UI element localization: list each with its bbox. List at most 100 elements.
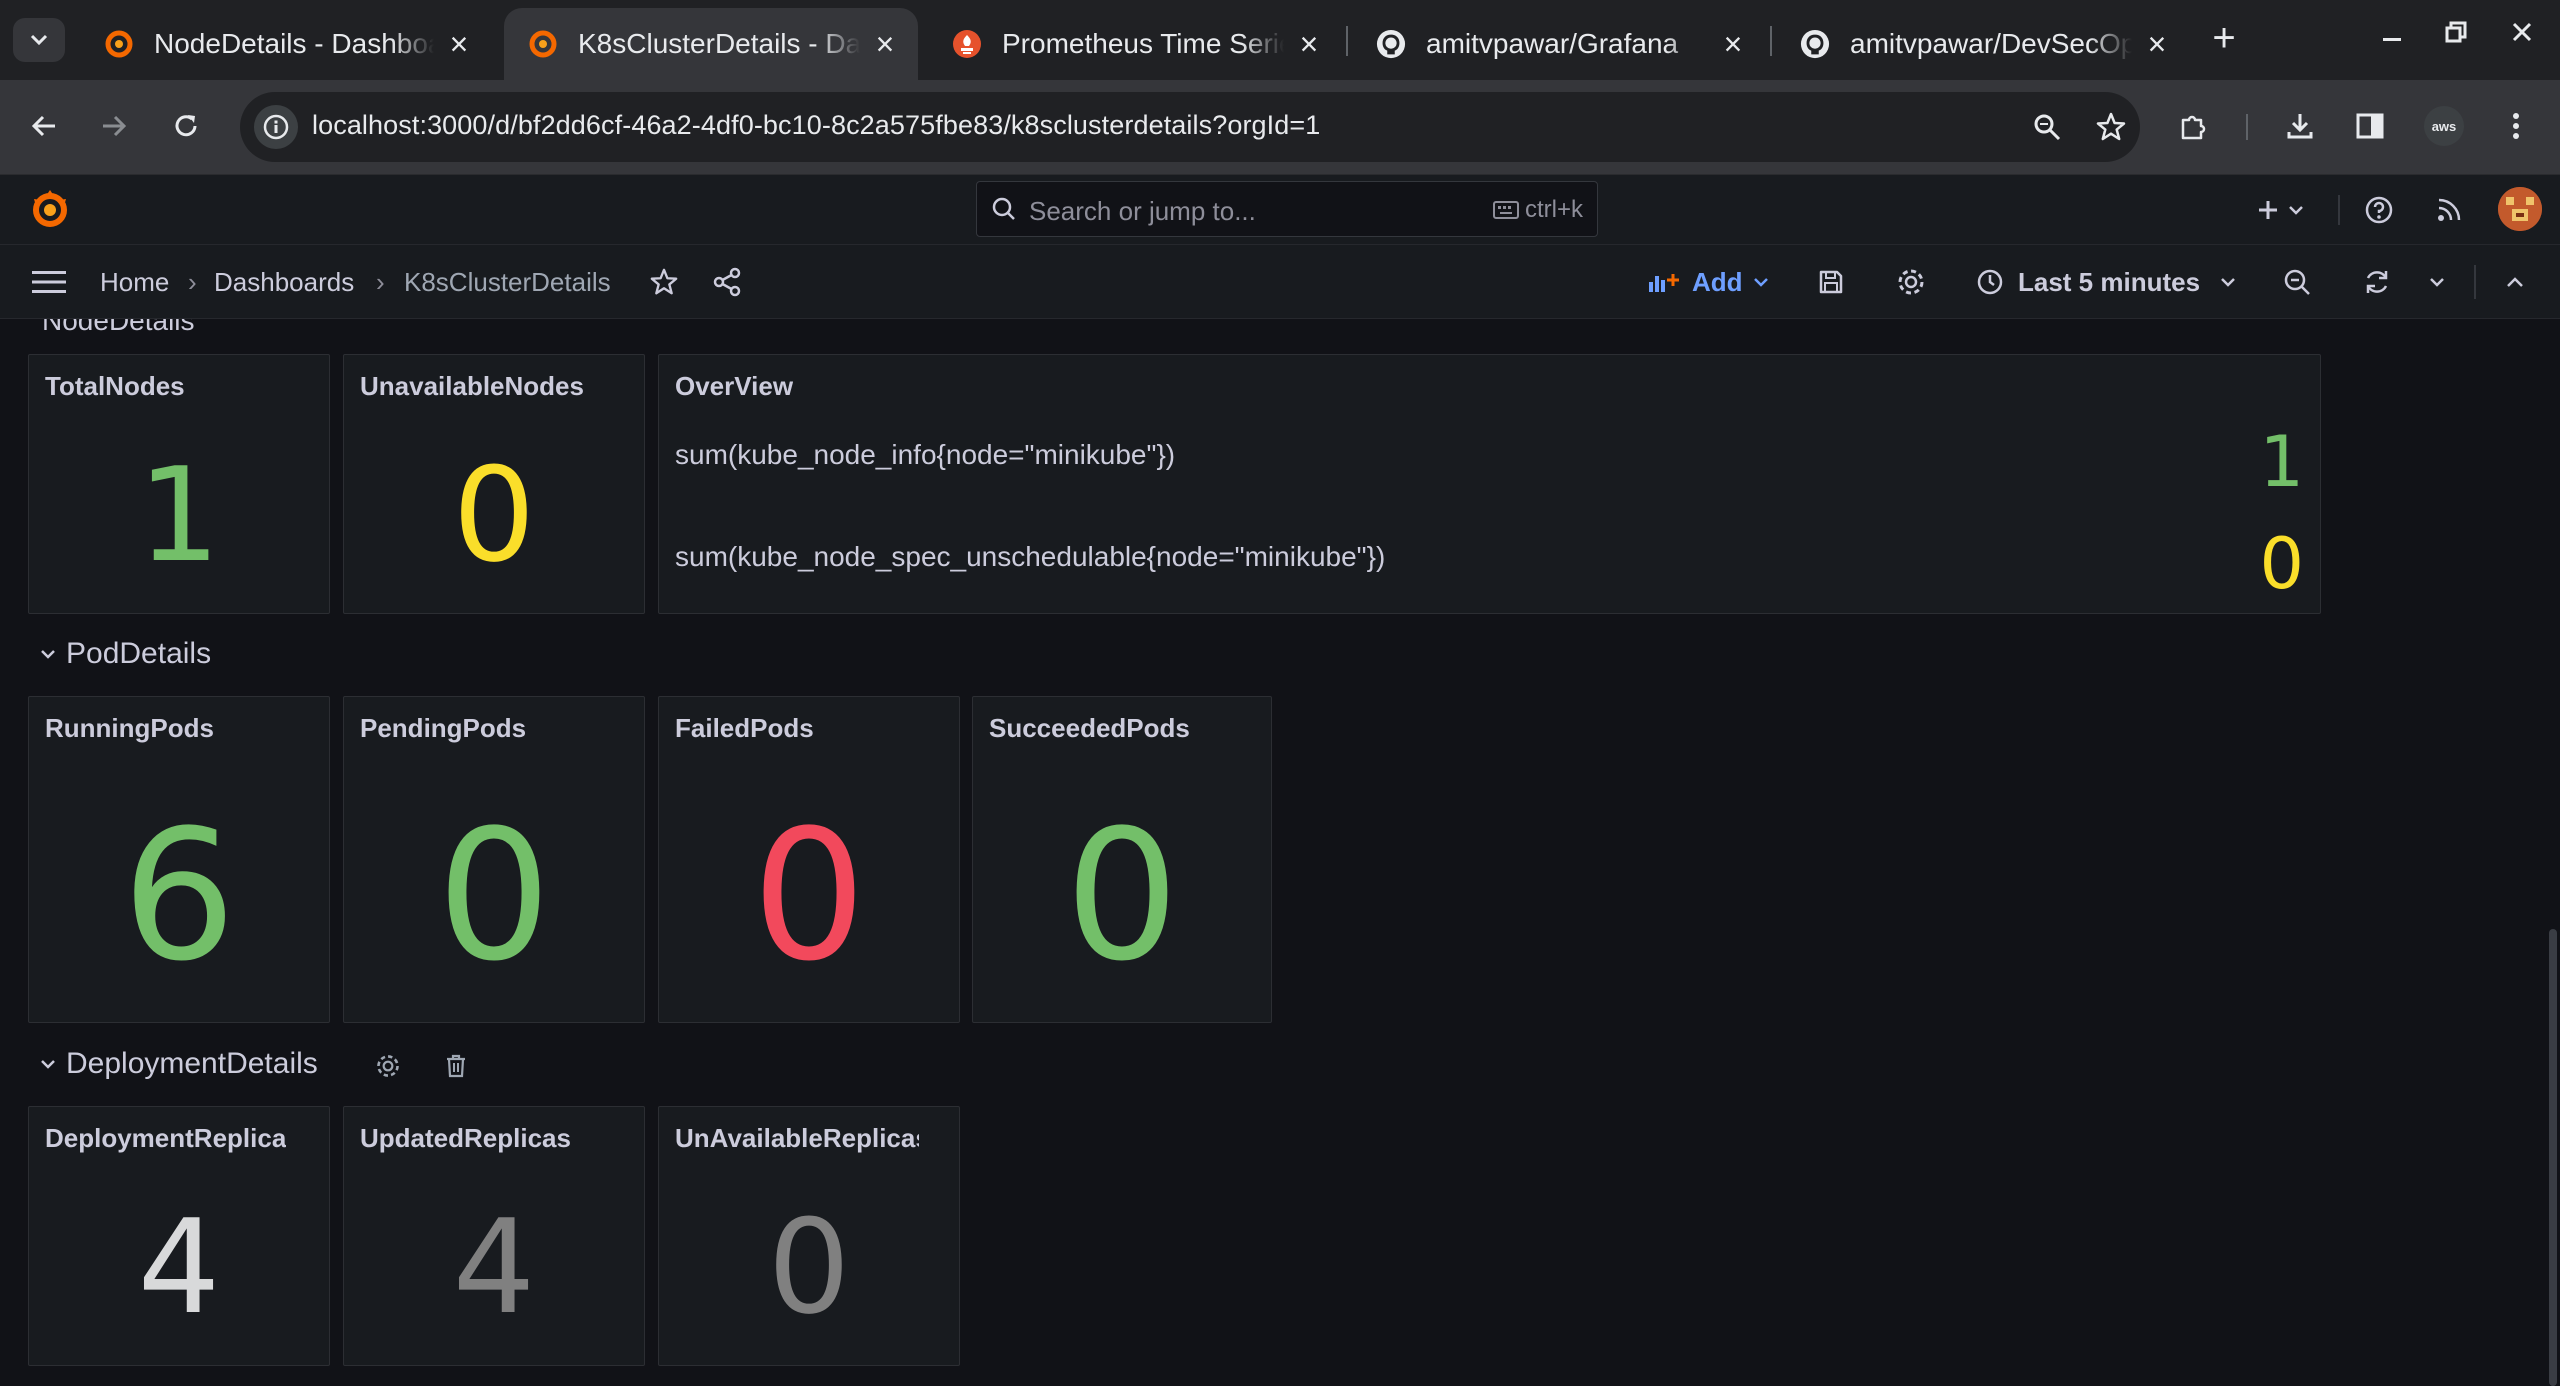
chevron-down-icon [40,1053,56,1076]
browser-tab-prometheus[interactable]: Prometheus Time Series Collection and Pr… [928,8,1342,80]
refresh-icon[interactable] [2356,261,2398,303]
panel-title: RunningPods [45,713,214,743]
add-panel-icon [1649,274,1679,292]
row-header-deploymentdetails[interactable]: DeploymentDetails [40,1047,318,1081]
side-panel-icon[interactable] [2348,104,2392,148]
window-close-icon[interactable] [2502,18,2542,52]
panel-title: SucceededPods [989,713,1190,743]
search-icon [992,197,1015,220]
breadcrumb-home[interactable]: Home [100,267,169,298]
row-settings-gear-icon[interactable] [371,1049,405,1083]
download-icon[interactable] [2278,104,2322,148]
dashboard-settings-gear-icon[interactable] [1890,261,1932,303]
tab-title: K8sClusterDetails - Dashboards - Grafana [578,28,860,59]
close-icon[interactable]: × [870,26,900,63]
dashboard-body: NodeDetails TotalNodes 1 UnavailableNode… [0,319,2560,1386]
breadcrumb-current: K8sClusterDetails [404,267,611,297]
reload-icon[interactable] [164,104,208,148]
github-icon [1800,29,1830,59]
new-tab-plus-icon[interactable]: + [2204,18,2244,60]
browser-tab-k8sclusterdetails[interactable]: K8sClusterDetails - Dashboards - Grafana… [504,8,918,80]
row-title-nodedetails[interactable]: NodeDetails [42,319,195,337]
chevron-down-icon [30,34,48,46]
row-header-poddetails[interactable]: PodDetails [40,637,211,671]
panel-title: PendingPods [360,713,527,743]
url-text: localhost:3000/d/bf2dd6cf-46a2-4df0-bc10… [312,110,1321,140]
chevron-down-icon [1753,278,1768,287]
browser-tab-nodedetails[interactable]: NodeDetails - Dashboards - Grafana × [80,8,492,80]
stat-panel-failedpods[interactable]: FailedPods 0 [658,696,960,1023]
share-icon[interactable] [706,261,748,303]
panel-title: OverView [675,371,794,401]
news-rss-icon[interactable] [2428,189,2470,231]
breadcrumb-dashboards[interactable]: Dashboards [214,267,354,298]
stat-panel-succeededpods[interactable]: SucceededPods 0 [972,696,1272,1023]
stat-panel-unavailablereplicas[interactable]: UnAvailableReplicas 0 [658,1106,960,1366]
panel-title: FailedPods [675,713,814,743]
close-icon[interactable]: × [444,26,474,63]
clock-icon [1977,269,2003,295]
zoom-out-icon[interactable] [2276,261,2318,303]
menu-hamburger-icon[interactable] [28,261,70,303]
chevron-down-icon [2221,278,2235,287]
prometheus-icon [952,29,982,59]
save-dashboard-icon[interactable] [1810,261,1852,303]
user-avatar[interactable] [2498,187,2542,231]
extensions-puzzle-icon[interactable] [2172,104,2216,148]
panel-title: TotalNodes [45,371,185,401]
time-range-picker[interactable]: Last 5 minutes [1976,261,2236,303]
tab-title: amitvpawar/DevSecOps [1850,28,2132,59]
restore-icon[interactable] [2436,18,2476,52]
close-icon[interactable]: × [1718,26,1748,63]
address-bar[interactable]: localhost:3000/d/bf2dd6cf-46a2-4df0-bc10… [240,92,2140,162]
stat-panel-updatedreplicas[interactable]: UpdatedReplicas 4 [343,1106,645,1366]
close-icon[interactable]: × [2142,26,2172,63]
search-placeholder: Search or jump to... [1029,196,1256,226]
site-info-icon[interactable] [254,105,298,149]
new-plus-menu[interactable] [2250,189,2310,231]
time-range-label: Last 5 minutes [2018,266,2201,297]
search-input[interactable]: Search or jump to... ctrl+k [976,181,1598,237]
browser-tab-bar: NodeDetails - Dashboards - Grafana × K8s… [0,0,2560,80]
tab-search-button[interactable] [13,18,65,62]
chevron-down-icon [2289,206,2303,215]
stat-panel-overview[interactable]: OverView sum(kube_node_info{node="miniku… [658,354,2321,614]
back-arrow-icon[interactable] [22,104,66,148]
more-menu-icon[interactable] [2494,104,2538,148]
row-title: PodDetails [66,637,212,670]
page-scrollbar[interactable] [2549,929,2557,1386]
browser-tab-github-devsecops[interactable]: amitvpawar/DevSecOps × [1776,8,2190,80]
tab-title: Prometheus Time Series Collection and Pr… [1002,28,1284,59]
row-delete-trash-icon[interactable] [439,1049,473,1083]
chevron-down-icon [40,643,56,666]
stat-value: 4 [452,1191,536,1343]
refresh-interval-chevron-down-icon[interactable] [2416,261,2458,303]
stat-panel-unavailablenodes[interactable]: UnavailableNodes 0 [343,354,645,614]
tab-title: amitvpawar/Grafana [1426,28,1679,59]
grafana-icon [528,29,558,59]
stat-panel-pendingpods[interactable]: PendingPods 0 [343,696,645,1023]
overview-query-value: 1 [2259,421,2304,503]
breadcrumb-separator: › [376,267,385,297]
browser-tab-github-grafana[interactable]: amitvpawar/Grafana × [1352,8,1766,80]
bookmark-star-icon[interactable] [2090,106,2132,148]
zoom-magnifier-icon[interactable] [2026,106,2068,148]
row-title: DeploymentDetails [66,1047,318,1080]
grafana-nav-bar: Home › Dashboards › K8sClusterDetails Ad… [0,245,2560,319]
profile-avatar-icon[interactable]: aws [2422,104,2466,148]
stat-panel-deploymentreplica[interactable]: DeploymentReplica 4 [28,1106,330,1366]
help-icon[interactable] [2358,189,2400,231]
minimize-icon[interactable] [2372,18,2412,52]
close-icon[interactable]: × [1294,26,1324,63]
add-panel-button[interactable]: Add [1648,261,1769,303]
stat-panel-runningpods[interactable]: RunningPods 6 [28,696,330,1023]
stat-panel-totalnodes[interactable]: TotalNodes 1 [28,354,330,614]
aws-badge: aws [2424,106,2464,146]
collapse-chevron-up-icon[interactable] [2494,261,2536,303]
favorite-star-icon[interactable] [643,261,685,303]
navbar-divider [2474,265,2476,299]
forward-arrow-icon[interactable] [92,104,136,148]
grafana-logo-icon[interactable] [28,187,72,231]
tab-separator [1770,26,1772,56]
tab-title: NodeDetails - Dashboards - Grafana [154,28,434,59]
